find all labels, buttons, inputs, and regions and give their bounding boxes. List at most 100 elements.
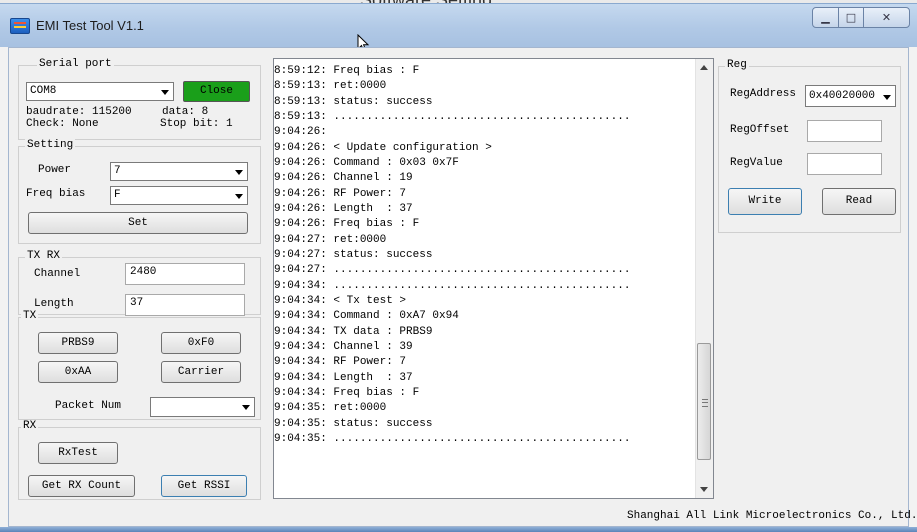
log-line: 9:04:34: Command : 0xA7 0x94 <box>274 310 459 323</box>
log-scrollbar[interactable] <box>695 59 713 498</box>
log-line: 9:04:34: < Tx test > <box>274 294 407 307</box>
log-line: 9:04:34: RF Power: 7 <box>274 356 407 369</box>
chevron-down-icon <box>242 405 250 410</box>
chevron-down-icon <box>235 170 243 175</box>
set-button[interactable]: Set <box>28 212 248 234</box>
check-text: Check: None <box>26 118 99 130</box>
log-line: 9:04:34: TX data : PRBS9 <box>274 325 433 338</box>
log-line: 9:04:26: RF Power: 7 <box>274 187 407 200</box>
com-port-select[interactable]: COM8 <box>26 82 174 101</box>
log-line: 9:04:26: Channel : 19 <box>274 172 413 185</box>
stop-bit-text: Stop bit: 1 <box>160 118 233 130</box>
log-line: 9:04:34: Channel : 39 <box>274 340 413 353</box>
maximize-icon: □ <box>845 11 857 24</box>
0xaa-label: 0xAA <box>64 366 92 378</box>
log-line: 9:04:34: Length : 37 <box>274 371 413 384</box>
freq-bias-label: Freq bias <box>26 188 86 200</box>
carrier-button[interactable]: Carrier <box>161 361 241 383</box>
chevron-down-icon <box>883 95 891 100</box>
grip-icon <box>702 399 708 408</box>
taskbar-strip <box>0 527 917 532</box>
reg-address-select[interactable]: 0x40020000 <box>805 85 896 107</box>
log-line: 8:59:13: ...............................… <box>274 110 631 123</box>
log-line: 9:04:26: Freq bias : F <box>274 218 420 231</box>
set-button-label: Set <box>128 217 148 229</box>
log-output[interactable]: 8:59:12: Freq bias : F 8:59:13: ret:0000 8… <box>273 58 714 499</box>
power-select[interactable]: 7 <box>110 162 248 181</box>
baudrate-text: baudrate: 115200 <box>26 106 132 118</box>
reg-value-input[interactable] <box>807 153 882 175</box>
0xaa-button[interactable]: 0xAA <box>38 361 118 383</box>
serial-port-group-label: Serial port <box>37 58 114 70</box>
rx-test-label: RxTest <box>58 447 98 459</box>
chevron-down-icon <box>161 90 169 95</box>
log-line: 9:04:26: < Update configuration > <box>274 141 492 154</box>
read-label: Read <box>845 195 873 207</box>
rx-test-button[interactable]: RxTest <box>38 442 118 464</box>
0xf0-button[interactable]: 0xF0 <box>161 332 241 354</box>
packet-num-label: Packet Num <box>55 400 122 412</box>
log-line: 8:59:12: Freq bias : F <box>274 65 420 77</box>
get-rx-count-button[interactable]: Get RX Count <box>28 475 135 497</box>
tx-rx-group-label: TX RX <box>25 250 63 262</box>
app-icon <box>10 18 30 34</box>
title-bar[interactable]: EMI Test Tool V1.1 ▁ □ ✕ <box>0 3 917 53</box>
log-line: 9:04:26: <box>274 126 327 139</box>
minimize-icon: ▁ <box>821 11 830 24</box>
length-input[interactable]: 37 <box>125 294 245 316</box>
scroll-down-icon[interactable] <box>700 487 708 492</box>
log-line: 9:04:34: ...............................… <box>274 279 631 292</box>
com-port-value: COM8 <box>30 85 57 97</box>
channel-input[interactable]: 2480 <box>125 263 245 285</box>
close-icon: ✕ <box>881 11 892 24</box>
footer-text: Shanghai All Link Microelectronics Co., … <box>627 510 917 522</box>
log-line: 9:04:35: status: success <box>274 417 433 430</box>
log-line: 9:04:27: ret:0000 <box>274 233 387 246</box>
reg-value-label: RegValue <box>730 157 783 169</box>
setting-group-label: Setting <box>25 139 76 151</box>
close-window-button[interactable]: ✕ <box>863 7 910 28</box>
log-line: 9:04:35: ...............................… <box>274 432 631 445</box>
chevron-down-icon <box>235 194 243 199</box>
scroll-thumb[interactable] <box>697 342 711 460</box>
window-title: EMI Test Tool V1.1 <box>36 18 144 33</box>
power-value: 7 <box>114 165 121 177</box>
freq-bias-value: F <box>114 189 121 201</box>
length-label: Length <box>34 298 74 310</box>
carrier-label: Carrier <box>177 366 225 378</box>
rx-group-label: RX <box>21 420 39 432</box>
scroll-up-icon[interactable] <box>700 65 708 70</box>
log-line: 8:59:13: ret:0000 <box>274 80 387 93</box>
prbs9-button[interactable]: PRBS9 <box>38 332 118 354</box>
log-lines: 8:59:12: Freq bias : F 8:59:13: ret:0000 8… <box>274 64 695 447</box>
get-rssi-button[interactable]: Get RSSI <box>161 475 247 497</box>
read-button[interactable]: Read <box>822 188 896 215</box>
minimize-button[interactable]: ▁ <box>812 7 839 28</box>
0xf0-label: 0xF0 <box>187 337 215 349</box>
close-port-label: Close <box>199 85 233 97</box>
freq-bias-select[interactable]: F <box>110 186 248 205</box>
log-line: 9:04:27: status: success <box>274 248 433 261</box>
log-line: 9:04:35: ret:0000 <box>274 402 387 415</box>
data-bits-text: data: 8 <box>162 106 209 118</box>
reg-offset-label: RegOffset <box>730 124 790 136</box>
tx-group-label: TX <box>21 310 39 322</box>
log-line: 9:04:26: Command : 0x03 0x7F <box>274 156 459 169</box>
log-line: 8:59:13: status: success <box>274 95 433 108</box>
log-line: 9:04:27: ...............................… <box>274 264 631 277</box>
reg-address-label: RegAddress <box>730 88 797 100</box>
prbs9-label: PRBS9 <box>61 337 95 349</box>
channel-label: Channel <box>34 268 81 280</box>
close-port-button[interactable]: Close <box>183 81 250 102</box>
log-line: 9:04:34: Freq bias : F <box>274 386 420 399</box>
get-rx-count-label: Get RX Count <box>41 480 122 492</box>
packet-num-select[interactable] <box>150 397 255 417</box>
power-label: Power <box>38 164 72 176</box>
reg-group-label: Reg <box>725 59 749 71</box>
write-button[interactable]: Write <box>728 188 802 215</box>
write-label: Write <box>748 195 782 207</box>
reg-address-value: 0x40020000 <box>809 90 876 102</box>
maximize-button[interactable]: □ <box>838 7 864 28</box>
reg-offset-input[interactable] <box>807 120 882 142</box>
log-line: 9:04:26: Length : 37 <box>274 202 413 215</box>
